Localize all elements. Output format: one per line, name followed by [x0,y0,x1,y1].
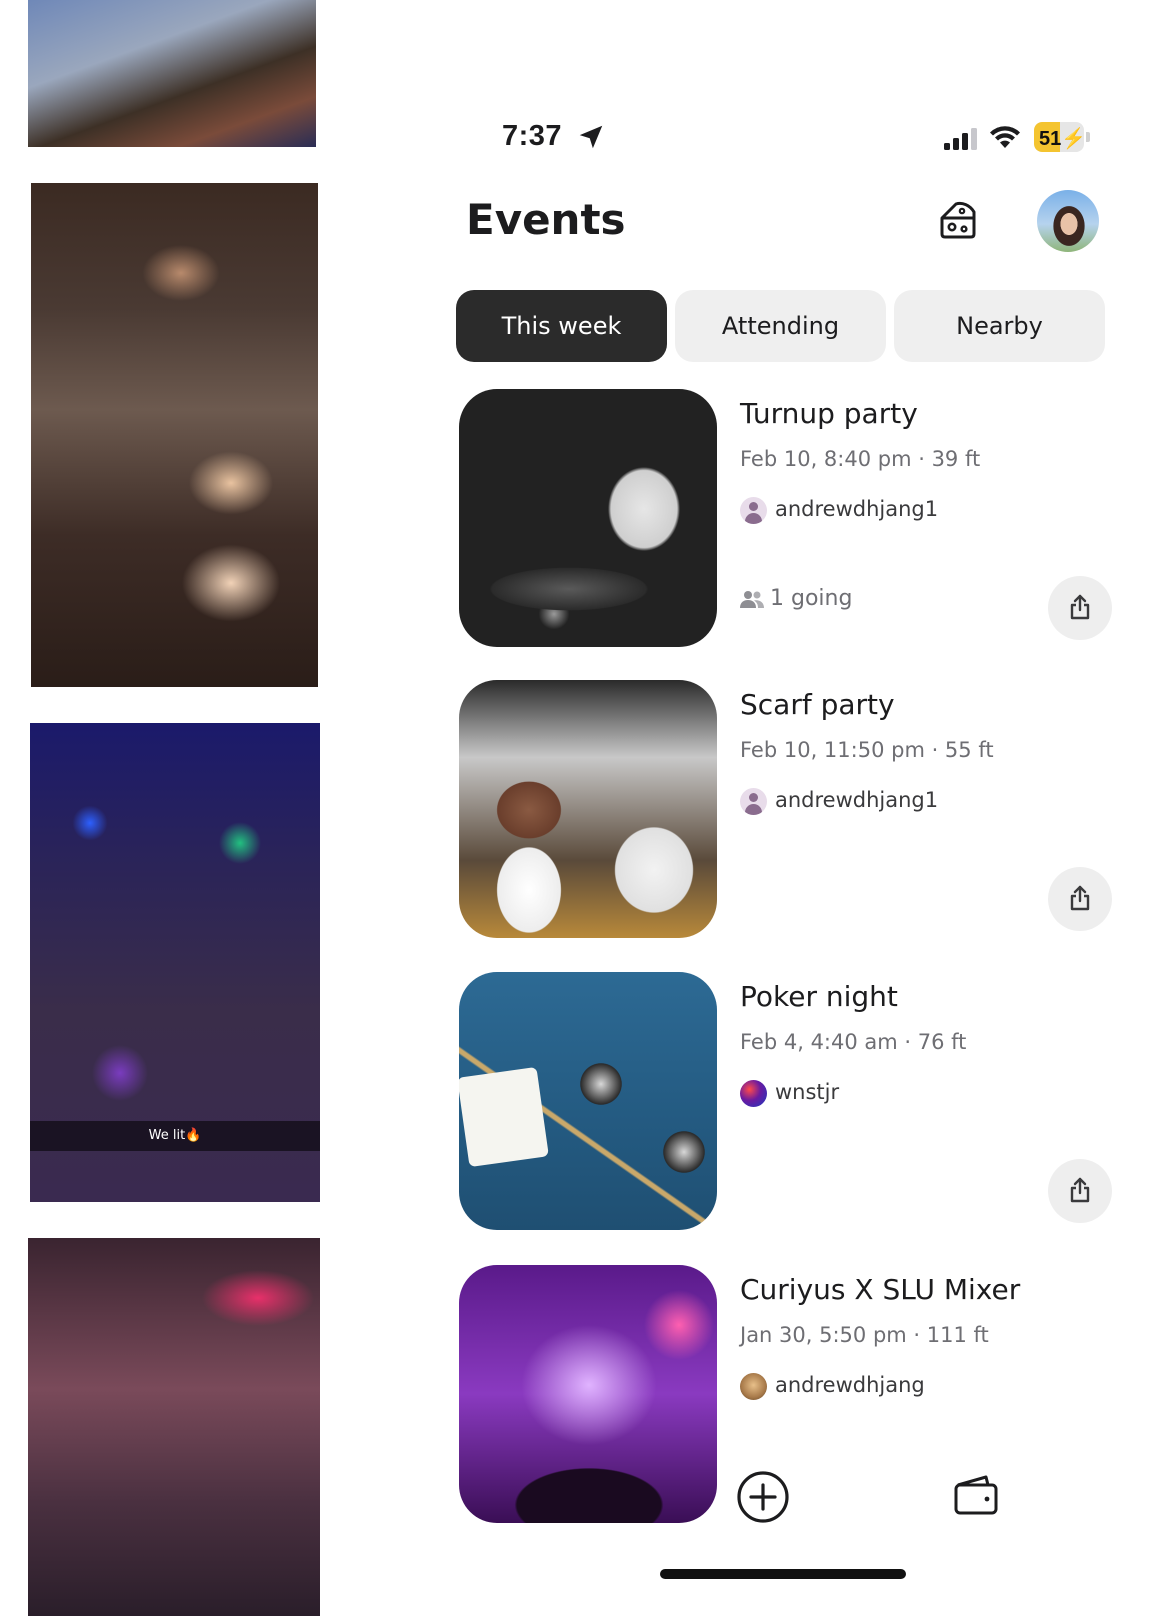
share-icon [1070,885,1090,911]
people-icon [740,591,764,608]
wallet-icon[interactable] [952,1471,1000,1519]
host-name: andrewdhjang1 [775,788,939,812]
host-avatar [740,1080,767,1107]
share-button[interactable] [1048,1159,1112,1223]
location-arrow-icon [579,125,603,149]
tab-this-week[interactable]: This week [456,290,667,362]
party-photo-3: We lit🔥 [30,723,320,1202]
host-avatar [740,788,767,815]
photo-strip: We lit🔥 [0,0,330,1616]
event-card-turnup-party[interactable]: Turnup party Feb 10, 8:40 pm · 39 ft and… [440,389,1160,651]
share-icon [1070,594,1090,620]
event-meta: Jan 30, 5:50 pm · 111 ft [740,1323,989,1347]
host-name: andrewdhjang [775,1373,925,1397]
event-image[interactable] [459,972,717,1230]
status-time: 7:37 [502,120,563,152]
cellular-signal-icon [944,128,977,150]
share-icon [1070,1177,1090,1203]
snap-caption: We lit🔥 [30,1121,320,1151]
event-title: Turnup party [740,397,918,430]
host-avatar [740,1373,767,1400]
events-screen: 7:37 51⚡ Events This week Attending Near… [440,0,1160,1616]
cheese-icon[interactable] [934,196,982,244]
battery-tip [1086,132,1090,142]
going-text: 1 going [770,586,853,611]
status-bar: 7:37 51⚡ [440,118,1160,162]
charging-bolt-icon: ⚡ [1061,128,1084,150]
event-card-curiyus-mixer[interactable]: Curiyus X SLU Mixer Jan 30, 5:50 pm · 11… [440,1265,1160,1527]
share-button[interactable] [1048,867,1112,931]
home-indicator [660,1569,906,1579]
profile-avatar[interactable] [1037,190,1099,252]
party-photo-4 [28,1238,320,1616]
battery-indicator: 51⚡ [1034,122,1084,152]
playing-card [459,1066,549,1168]
party-photo-2 [31,183,318,687]
event-image[interactable] [459,389,717,647]
share-button[interactable] [1048,576,1112,640]
event-image[interactable] [459,680,717,938]
event-title: Curiyus X SLU Mixer [740,1273,1021,1306]
event-card-scarf-party[interactable]: Scarf party Feb 10, 11:50 pm · 55 ft and… [440,680,1160,942]
host-name: andrewdhjang1 [775,497,939,521]
filter-tabs: This week Attending Nearby [440,290,1160,362]
battery-level: 51⚡ [1039,126,1084,151]
tab-nearby[interactable]: Nearby [894,290,1105,362]
event-image[interactable] [459,1265,717,1523]
event-title: Poker night [740,980,898,1013]
tab-attending[interactable]: Attending [675,290,886,362]
party-photo-1 [28,0,316,147]
event-meta: Feb 10, 11:50 pm · 55 ft [740,738,994,762]
event-meta: Feb 10, 8:40 pm · 39 ft [740,447,981,471]
host-avatar [740,497,767,524]
wifi-icon [990,126,1020,148]
page-title: Events [466,195,626,244]
header: Events [440,190,1160,260]
host-name: wnstjr [775,1080,840,1104]
event-meta: Feb 4, 4:40 am · 76 ft [740,1030,967,1054]
plus-circle-icon[interactable] [735,1469,791,1525]
event-title: Scarf party [740,688,895,721]
event-card-poker-night[interactable]: Poker night Feb 4, 4:40 am · 76 ft wnstj… [440,972,1160,1234]
